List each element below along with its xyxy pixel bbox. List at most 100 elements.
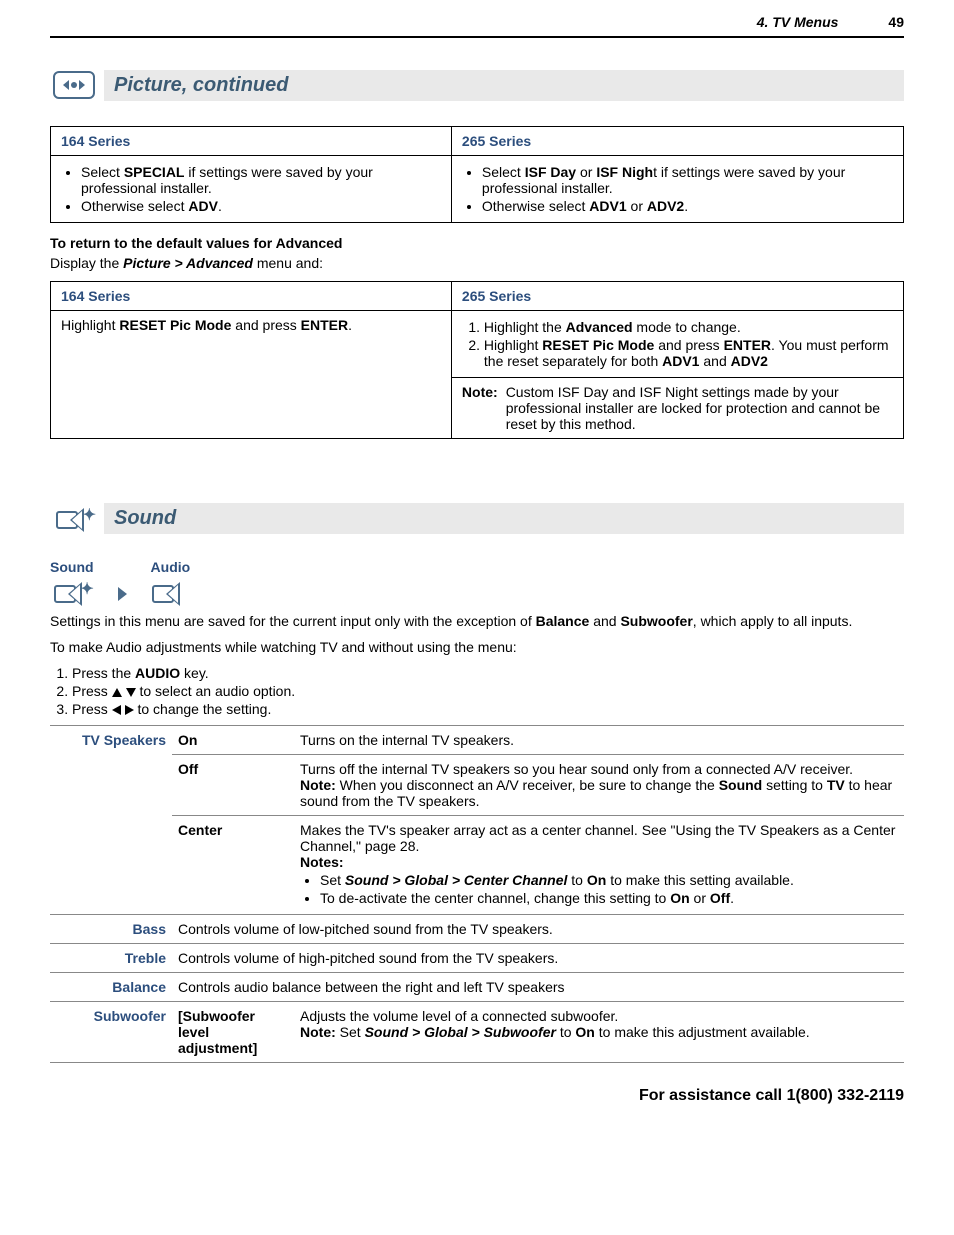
table1-col2-body: Select ISF Day or ISF Night if settings … <box>451 156 903 223</box>
table2-col2-body: Highlight the Advanced mode to change. H… <box>451 311 903 378</box>
treble-desc: Controls volume of high-pitched sound fr… <box>172 944 904 973</box>
text: to change the setting. <box>134 701 272 717</box>
text: Press <box>72 701 112 717</box>
audio-settings-table: TV Speakers On Turns on the internal TV … <box>50 725 904 1063</box>
document-page: 4. TV Menus 49 Picture, continued 164 Se… <box>0 0 954 1235</box>
text: to <box>567 872 586 888</box>
note-label: Note: <box>300 1024 336 1040</box>
list-item: Press to select an audio option. <box>72 683 904 699</box>
chapter-title: 4. TV Menus <box>757 14 889 30</box>
picture-icon <box>50 68 98 102</box>
table2-col2-header: 265 Series <box>451 282 903 311</box>
keyword: Sound <box>719 777 763 793</box>
subopt-center: Center <box>172 816 294 915</box>
list-item: Set Sound > Global > Center Channel to O… <box>320 872 898 888</box>
row-label-subwoofer: Subwoofer <box>50 1002 172 1063</box>
text: to select an audio option. <box>136 683 296 699</box>
keyword: On <box>670 890 689 906</box>
row-label-tvspeakers: TV Speakers <box>50 726 172 755</box>
text: Set <box>336 1024 365 1040</box>
menu-path: Picture > Advanced <box>123 255 253 271</box>
reset-para: Display the Picture > Advanced menu and: <box>50 255 904 271</box>
breadcrumb-label: Audio <box>151 559 191 575</box>
subwoofer-desc: Adjusts the volume level of a connected … <box>294 1002 904 1063</box>
note-label: Note: <box>300 777 336 793</box>
list-item: Press to change the setting. <box>72 701 904 717</box>
keyword: ENTER <box>724 337 771 353</box>
text: Select <box>482 164 525 180</box>
menu-path: Sound > Global > Subwoofer <box>365 1024 556 1040</box>
text: to <box>556 1024 575 1040</box>
keyword: Advanced <box>566 319 633 335</box>
text: Display the <box>50 255 123 271</box>
table2-note: Note: Custom ISF Day and ISF Night setti… <box>451 378 903 439</box>
keyword: ISF Nigh <box>596 164 653 180</box>
empty <box>50 755 172 816</box>
text: . <box>730 890 734 906</box>
keyword: Balance <box>536 613 590 629</box>
text: menu and: <box>253 255 323 271</box>
bass-desc: Controls volume of low-pitched sound fro… <box>172 915 904 944</box>
section-title-sound: Sound <box>114 507 176 529</box>
text: Makes the TV's speaker array act as a ce… <box>300 822 895 854</box>
speaker-icon <box>152 579 188 609</box>
text: , which apply to all inputs. <box>693 613 853 629</box>
triangle-down-icon <box>126 688 136 697</box>
row-label-bass: Bass <box>50 915 172 944</box>
keyword: RESET Pic Mode <box>119 317 231 333</box>
keyword: Off <box>710 890 730 906</box>
list-item: Select SPECIAL if settings were saved by… <box>81 164 441 196</box>
text: When you disconnect an A/V receiver, be … <box>336 777 719 793</box>
text: Press the <box>72 665 135 681</box>
text: key. <box>180 665 209 681</box>
text: . <box>348 317 352 333</box>
speaker-plus-icon: ✦ <box>54 579 90 609</box>
text: Select <box>81 164 124 180</box>
keyword: ADV <box>188 198 218 214</box>
section-bar-picture: Picture, continued <box>50 68 904 102</box>
keyword: TV <box>827 777 845 793</box>
text: Highlight <box>61 317 119 333</box>
keyword: RESET Pic Mode <box>542 337 654 353</box>
page-number: 49 <box>888 14 904 30</box>
triangle-right-icon <box>125 705 134 715</box>
text: . <box>684 198 688 214</box>
keyword: On <box>575 1024 594 1040</box>
list-item: Highlight the Advanced mode to change. <box>484 319 893 335</box>
breadcrumb-audio: Audio <box>151 559 191 609</box>
keyword: ADV2 <box>731 353 768 369</box>
triangle-left-icon <box>112 705 121 715</box>
text: mode to change. <box>633 319 741 335</box>
keyword: ISF Day <box>525 164 576 180</box>
list-item: Highlight RESET Pic Mode and press ENTER… <box>484 337 893 369</box>
table1-col2-header: 265 Series <box>451 127 903 156</box>
sound-intro: Settings in this menu are saved for the … <box>50 613 904 629</box>
text: Settings in this menu are saved for the … <box>50 613 536 629</box>
breadcrumb-label: Sound <box>50 559 94 575</box>
list-item: To de-activate the center channel, chang… <box>320 890 898 906</box>
audio-steps: Press the AUDIO key. Press to select an … <box>54 665 904 717</box>
keyword: Subwoofer <box>620 613 692 629</box>
keyword: On <box>587 872 606 888</box>
series-table-2: 164 Series 265 Series Highlight RESET Pi… <box>50 281 904 439</box>
text: To de-activate the center channel, chang… <box>320 890 670 906</box>
balance-desc: Controls audio balance between the right… <box>172 973 904 1002</box>
subopt-subwoofer-level: [Subwoofer level adjustment] <box>172 1002 294 1063</box>
text: Adjusts the volume level of a connected … <box>300 1008 618 1024</box>
text: and <box>699 353 730 369</box>
keyword: ADV1 <box>662 353 699 369</box>
table1-col1-header: 164 Series <box>51 127 452 156</box>
on-desc: Turns on the internal TV speakers. <box>294 726 904 755</box>
notes-label: Notes: <box>300 854 344 870</box>
triangle-up-icon <box>112 688 122 697</box>
reset-heading: To return to the default values for Adva… <box>50 235 904 251</box>
keyword: SPECIAL <box>124 164 185 180</box>
table1-col1-body: Select SPECIAL if settings were saved by… <box>51 156 452 223</box>
text: Press <box>72 683 112 699</box>
sound-adjust-intro: To make Audio adjustments while watching… <box>50 639 904 655</box>
keyword: ADV1 <box>589 198 626 214</box>
breadcrumb-sound: Sound ✦ <box>50 559 94 609</box>
table2-col1-header: 164 Series <box>51 282 452 311</box>
list-item: Select ISF Day or ISF Night if settings … <box>482 164 893 196</box>
series-table-1: 164 Series 265 Series Select SPECIAL if … <box>50 126 904 223</box>
